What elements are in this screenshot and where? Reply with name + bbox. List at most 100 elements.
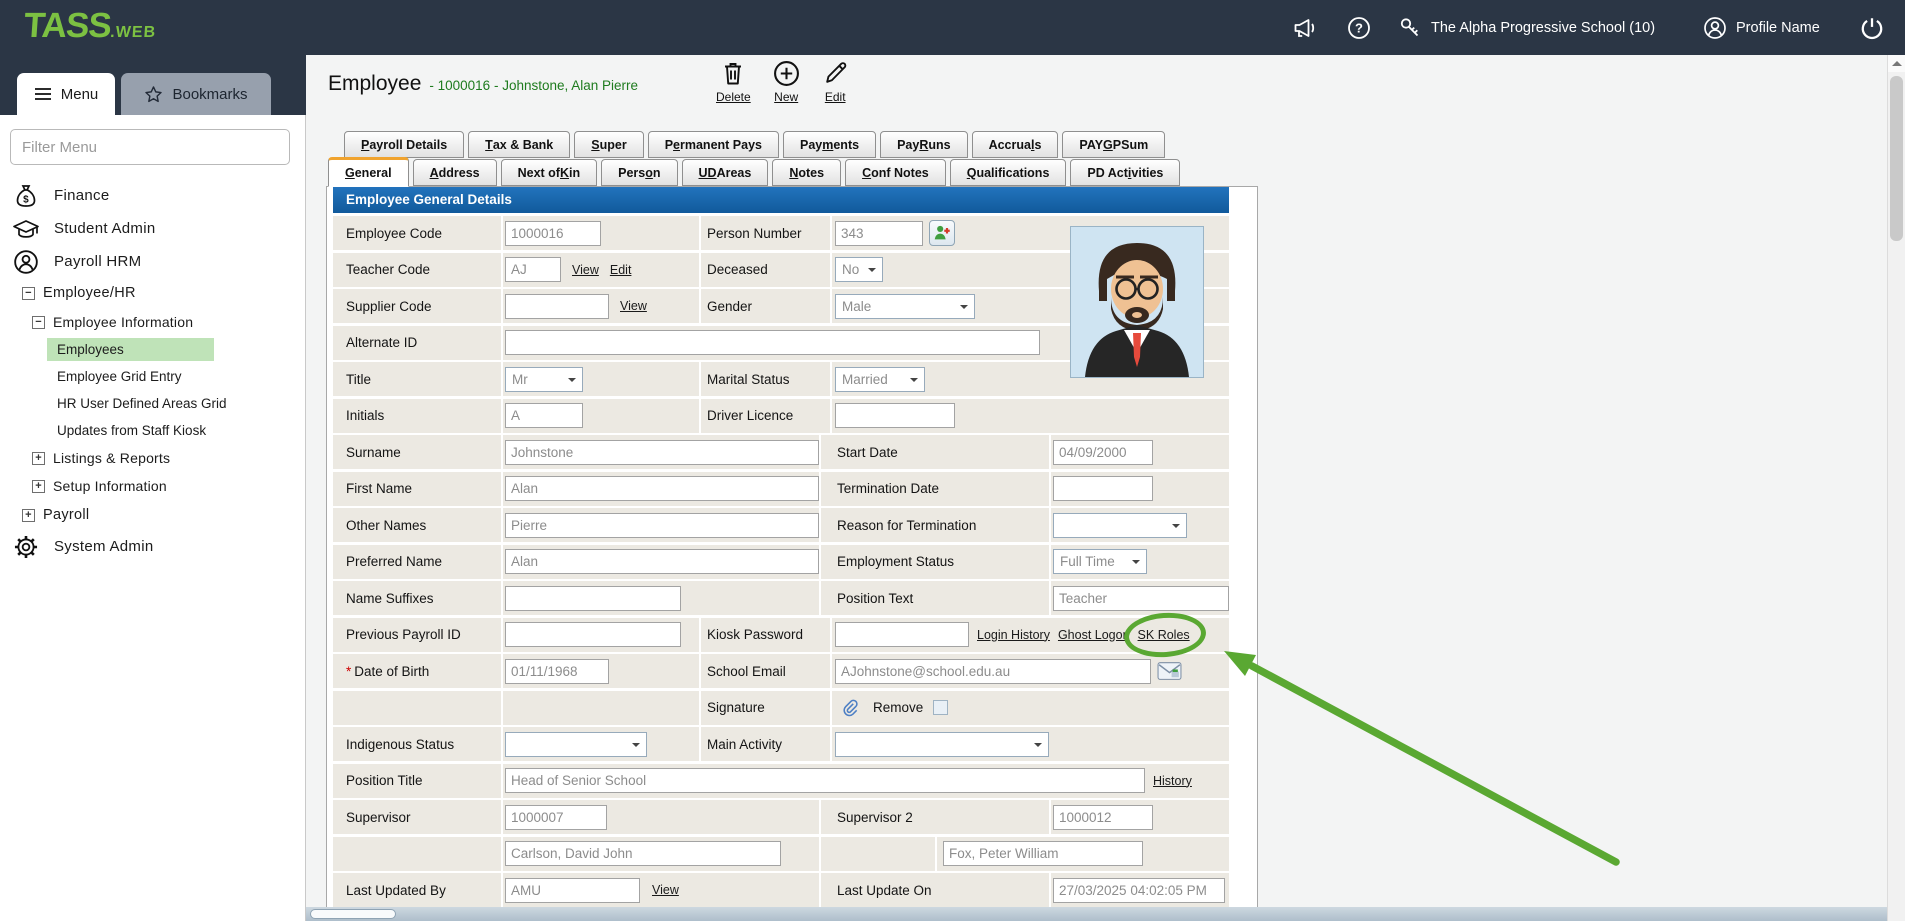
sidebar-item-student-admin[interactable]: Student Admin [0,212,305,245]
edit-button[interactable]: Edit [822,60,849,104]
tab-qualifications[interactable]: Qualifications [950,159,1067,186]
343-input[interactable] [835,221,923,246]
1000016-input[interactable] [505,221,601,246]
sidebar-item-payroll-hrm[interactable]: Payroll HRM [0,245,305,278]
sidebar-item-listings-reports[interactable]: +Listings & Reports [0,444,305,472]
expand-icon[interactable]: + [22,509,35,522]
tab-accruals[interactable]: Accruals [972,131,1059,158]
reason-for-termination-select[interactable] [1053,513,1187,538]
signature-checkbox[interactable] [933,700,948,715]
expand-icon[interactable]: + [32,480,45,493]
gender-select[interactable]: Male [835,294,975,319]
sidebar-item-employees[interactable]: Employees [0,336,305,363]
tab-general[interactable]: General [328,157,409,187]
head-of-senior-school-input[interactable] [505,768,1145,793]
history-link[interactable]: History [1153,774,1192,788]
main-activity-select[interactable] [835,732,1049,757]
marital-status-select[interactable]: Married [835,367,925,392]
carlson-david-john-input[interactable] [505,841,781,866]
collapse-icon[interactable]: − [32,316,45,329]
employment-status-select[interactable]: Full Time [1053,549,1147,574]
tab-menu[interactable]: Menu [17,73,115,115]
delete-button[interactable]: Delete [716,60,751,104]
logout-button[interactable] [1859,0,1885,55]
kiosk-password-input[interactable] [835,622,969,647]
previous-payroll-id-input[interactable] [505,622,681,647]
alan-input[interactable] [505,549,819,574]
sidebar-item-label: Employee Grid Entry [47,365,192,388]
paperclip-icon[interactable] [841,698,859,718]
login-history-link[interactable]: Login History [977,628,1050,642]
termination-date-input[interactable] [1053,476,1153,501]
27-03-2025-04-02-05-pm-input[interactable] [1053,878,1225,903]
sidebar-item-setup-information[interactable]: +Setup Information [0,472,305,500]
tab-conf-notes[interactable]: Conf Notes [845,159,946,186]
a-input[interactable] [505,403,583,428]
field-label-cell: *Date of Birth [333,654,501,688]
email-icon[interactable] [1157,661,1182,681]
sidebar-item-employee-information[interactable]: −Employee Information [0,308,305,336]
view-link[interactable]: View [572,263,599,277]
tab-pd-activities[interactable]: PD Activities [1070,159,1180,186]
sk-roles-link[interactable]: SK Roles [1138,628,1190,642]
alternate-id-input[interactable] [505,330,1040,355]
sidebar-item-employee-hr[interactable]: −Employee/HR [0,278,305,308]
04-09-2000-input[interactable] [1053,440,1153,465]
filter-menu-input[interactable] [10,129,290,165]
profile-menu[interactable]: Profile Name [1703,0,1820,55]
alan-input[interactable] [505,476,819,501]
ghost-logon-link[interactable]: Ghost Logon [1058,628,1130,642]
tab-pay-runs[interactable]: Pay Runs [880,131,968,158]
help-button[interactable]: ? [1347,0,1371,55]
fox-peter-william-input[interactable] [943,841,1143,866]
driver-licence-input[interactable] [835,403,955,428]
deceased-select[interactable]: No [835,257,883,282]
1000007-input[interactable] [505,805,607,830]
indigenous-status-select[interactable] [505,732,647,757]
pierre-input[interactable] [505,513,819,538]
expand-icon[interactable]: + [32,452,45,465]
tab-tax-bank[interactable]: Tax & Bank [468,131,570,158]
tab-notes[interactable]: Notes [772,159,841,186]
teacher-input[interactable] [1053,586,1229,611]
sidebar-item-updates-from-staff-kiosk[interactable]: Updates from Staff Kiosk [0,417,305,444]
school-selector[interactable]: The Alpha Progressive School (10) [1398,0,1655,55]
horizontal-scrollbar-thumb[interactable] [310,909,396,919]
supplier-code-input[interactable] [505,294,609,319]
vertical-scrollbar-thumb[interactable] [1890,76,1903,241]
tab-person[interactable]: Person [601,159,677,186]
tab-permanent-pays[interactable]: Permanent Pays [648,131,779,158]
tab-ud-areas[interactable]: UD Areas [682,159,769,186]
amu-input[interactable] [505,878,640,903]
tab-payg-psum[interactable]: PAYG PSum [1062,131,1165,158]
view-link[interactable]: View [620,299,647,313]
1000012-input[interactable] [1053,805,1153,830]
ajohnstone-school-edu-au-input[interactable] [835,659,1151,684]
tab-payroll-details[interactable]: Payroll Details [344,131,464,158]
sidebar-item-hr-user-defined-areas-grid[interactable]: HR User Defined Areas Grid [0,390,305,417]
collapse-icon[interactable]: − [22,287,35,300]
edit-link[interactable]: Edit [610,263,632,277]
horizontal-scrollbar[interactable] [306,907,1887,921]
tab-address[interactable]: Address [413,159,497,186]
name-suffixes-input[interactable] [505,586,681,611]
sidebar-item-finance[interactable]: $Finance [0,179,305,212]
tab-bookmarks[interactable]: Bookmarks [121,73,271,115]
01-11-1968-input[interactable] [505,659,609,684]
tab-next-of-kin[interactable]: Next of Kin [501,159,598,186]
aj-input[interactable] [505,257,561,282]
view-link[interactable]: View [652,883,679,897]
sidebar-item-system-admin[interactable]: System Admin [0,530,305,563]
new-button[interactable]: New [773,60,800,104]
johnstone-input[interactable] [505,440,819,465]
scroll-up-arrow-icon[interactable] [1888,55,1905,72]
tab-super[interactable]: Super [574,131,643,158]
title-select[interactable]: Mr [505,367,583,392]
announcements-button[interactable] [1292,0,1319,55]
sidebar-item-employee-grid-entry[interactable]: Employee Grid Entry [0,363,305,390]
page-title: Employee - 1000016 - Johnstone, Alan Pie… [328,72,638,96]
tab-payments[interactable]: Payments [783,131,876,158]
sidebar-item-payroll[interactable]: +Payroll [0,500,305,530]
vertical-scrollbar[interactable] [1887,55,1905,921]
person-add-icon[interactable] [929,220,955,246]
